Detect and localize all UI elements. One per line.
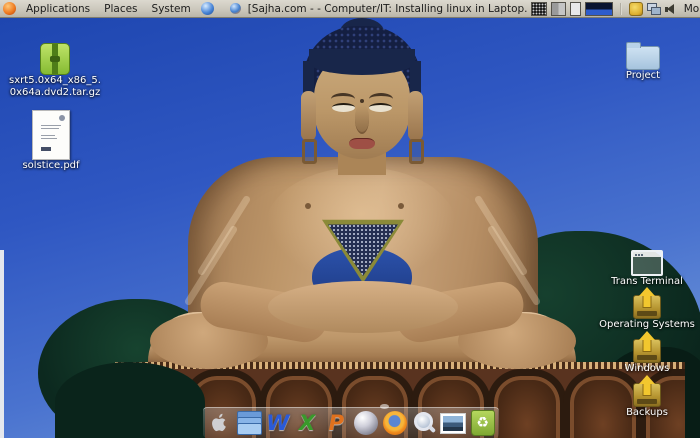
search-icon[interactable] xyxy=(411,410,437,436)
archive-label-line2: 0x64a.dvd2.tar.gz xyxy=(0,87,110,99)
dock: W X P ♻ xyxy=(203,407,499,438)
pdf-document-icon xyxy=(32,110,70,160)
drive-icon xyxy=(633,339,661,363)
trash-icon[interactable]: ♻ xyxy=(470,410,496,436)
archive-icon xyxy=(40,43,70,75)
menu-places[interactable]: Places xyxy=(97,0,144,17)
tray-separator xyxy=(620,3,622,15)
window-title: [Sajha.com - - Computer/IT: Installing l… xyxy=(248,3,527,15)
desktop-icon-backups[interactable]: Backups xyxy=(592,375,700,419)
project-label: Project xyxy=(603,70,683,82)
drive-icon xyxy=(633,383,661,407)
desktop-icon-trans-terminal[interactable]: Trans Terminal xyxy=(597,250,697,288)
terminal-label: Trans Terminal xyxy=(597,276,697,288)
window-list-button[interactable]: [Sajha.com - - Computer/IT: Installing l… xyxy=(223,0,531,17)
word-icon[interactable]: W xyxy=(265,410,291,436)
os-label: Operating Systems xyxy=(592,319,700,331)
trees-left-lower xyxy=(55,362,205,438)
statue-hands xyxy=(268,281,458,333)
update-notifier-icon[interactable] xyxy=(629,2,643,16)
windows-label: Windows xyxy=(592,363,700,375)
desktop[interactable]: sxrt5.0x64_x86_5. 0x64a.dvd2.tar.gz sols… xyxy=(0,17,700,438)
network-icon[interactable] xyxy=(647,3,661,15)
firefox-window-icon xyxy=(230,3,241,14)
excel-icon[interactable]: X xyxy=(294,410,320,436)
desktop-icon-operating-systems[interactable]: Operating Systems xyxy=(592,287,700,331)
sphere-icon[interactable] xyxy=(353,410,379,436)
firefox-launcher-icon[interactable] xyxy=(201,2,214,15)
system-monitor-mem-graph[interactable] xyxy=(551,2,566,16)
powerpoint-icon[interactable]: P xyxy=(323,410,349,436)
panel-tray: Mon Sep 17, 10:21 AM xyxy=(531,2,700,16)
menu-applications[interactable]: Applications xyxy=(19,0,97,17)
files-icon[interactable] xyxy=(236,410,262,436)
clock[interactable]: Mon Sep 17, 10:21 AM xyxy=(680,3,700,15)
desktop-icon-archive[interactable]: sxrt5.0x64_x86_5. 0x64a.dvd2.tar.gz xyxy=(0,43,110,98)
distro-logo-icon[interactable] xyxy=(3,2,16,15)
screenshot-icon[interactable] xyxy=(440,410,466,436)
apple-icon[interactable] xyxy=(206,410,232,436)
terminal-icon xyxy=(631,250,663,276)
pdf-label: solstice.pdf xyxy=(1,160,101,172)
desktop-icon-project[interactable]: Project xyxy=(603,46,683,82)
menu-system[interactable]: System xyxy=(145,0,198,17)
backups-label: Backups xyxy=(592,407,700,419)
desktop-icon-windows[interactable]: Windows xyxy=(592,331,700,375)
volume-icon[interactable] xyxy=(665,3,676,15)
folder-icon xyxy=(626,46,660,70)
desktop-icon-solstice-pdf[interactable]: solstice.pdf xyxy=(1,110,101,172)
screen: Applications Places System [Sajha.com - … xyxy=(0,0,700,438)
system-monitor-swap-graph[interactable] xyxy=(570,2,581,16)
drive-icon xyxy=(633,295,661,319)
top-panel: Applications Places System [Sajha.com - … xyxy=(0,0,700,18)
wallpaper-photo-edge xyxy=(0,250,4,438)
archive-label-line1: sxrt5.0x64_x86_5. xyxy=(0,75,110,87)
firefox-icon[interactable] xyxy=(382,410,408,436)
system-monitor-cpu-graph[interactable] xyxy=(531,2,547,16)
system-monitor-net-graph[interactable] xyxy=(585,2,613,16)
